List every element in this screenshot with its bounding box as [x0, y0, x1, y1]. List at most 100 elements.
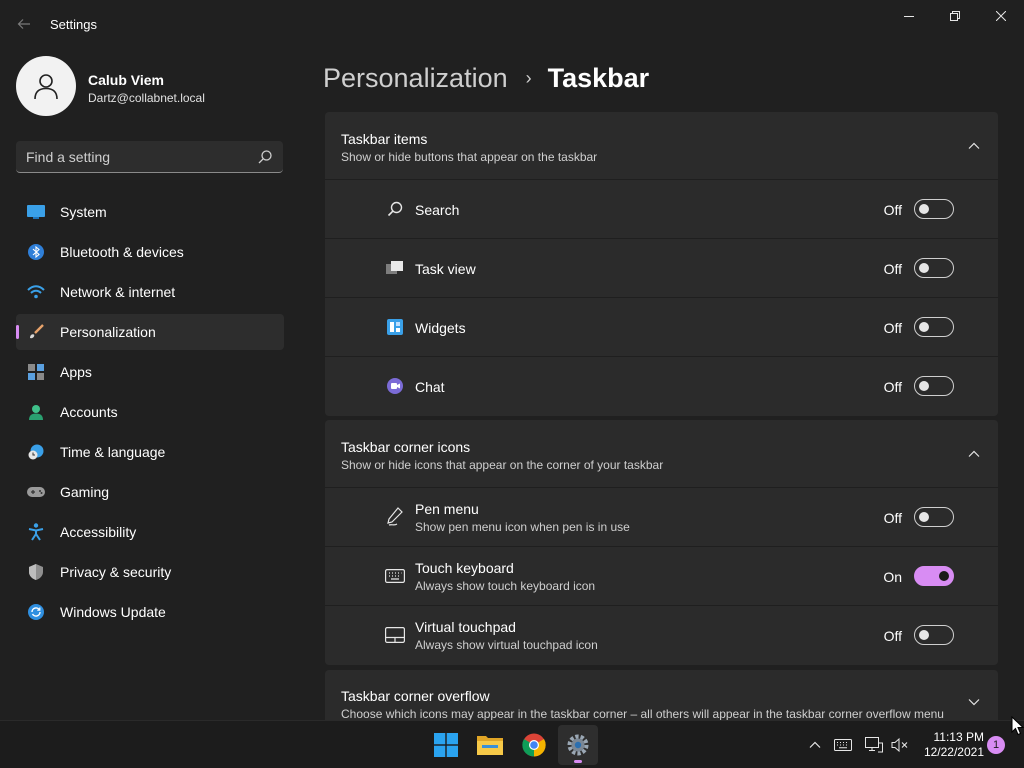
chat-toggle[interactable] — [914, 376, 954, 396]
bluetooth-icon — [27, 244, 45, 260]
person-icon — [27, 404, 45, 420]
sidebar-nav: System Bluetooth & devices Network & int… — [16, 194, 284, 634]
start-button[interactable] — [426, 725, 466, 765]
setting-row-virtual-touchpad: Virtual touchpad Always show virtual tou… — [325, 606, 998, 665]
sidebar-item-windows-update[interactable]: Windows Update — [16, 594, 284, 630]
sidebar-item-bluetooth[interactable]: Bluetooth & devices — [16, 234, 284, 270]
chevron-up-icon[interactable] — [968, 448, 980, 460]
mouse-cursor-icon — [1011, 716, 1024, 736]
settings-app-button[interactable] — [558, 725, 598, 765]
pen-menu-toggle[interactable] — [914, 507, 954, 527]
toggle-knob — [939, 571, 949, 581]
setting-row-widgets: Widgets Off — [325, 298, 998, 357]
corner-icons-section: Taskbar corner icons Show or hide icons … — [325, 420, 998, 665]
virtual-touchpad-toggle[interactable] — [914, 625, 954, 645]
chevron-down-icon[interactable] — [968, 696, 980, 708]
setting-row-search: Search Off — [325, 180, 998, 239]
sidebar-item-apps[interactable]: Apps — [16, 354, 284, 390]
sidebar-item-label: Apps — [60, 364, 92, 380]
search-icon[interactable] — [257, 149, 273, 165]
search-toggle[interactable] — [914, 199, 954, 219]
user-profile[interactable]: Calub Viem Dartz@collabnet.local — [16, 56, 296, 118]
gamepad-icon — [27, 484, 45, 500]
taskbar-clock[interactable]: 11:13 PM 12/22/2021 — [918, 730, 984, 760]
touch-keyboard-tray-button[interactable] — [833, 735, 853, 755]
toggle-state: Off — [883, 379, 902, 395]
setting-label: Chat — [415, 379, 445, 395]
avatar — [16, 56, 76, 116]
app-title: Settings — [50, 17, 97, 32]
clock-time: 11:13 PM — [933, 730, 984, 744]
minimize-button[interactable] — [886, 0, 932, 32]
widgets-icon — [385, 318, 405, 336]
system-icon — [27, 204, 45, 220]
chrome-button[interactable] — [514, 725, 554, 765]
restore-icon — [950, 11, 960, 21]
show-hidden-icons-button[interactable] — [805, 735, 825, 755]
toggle-knob — [919, 630, 929, 640]
network-tray-button[interactable] — [864, 735, 884, 755]
sidebar-item-label: System — [60, 204, 107, 220]
breadcrumb-parent[interactable]: Personalization — [323, 63, 508, 94]
keyboard-icon — [834, 739, 852, 751]
sidebar-item-label: Accessibility — [60, 524, 137, 540]
windows-logo-icon — [434, 733, 458, 757]
chevron-up-icon — [809, 741, 821, 748]
sidebar-item-system[interactable]: System — [16, 194, 284, 230]
sidebar-item-time-language[interactable]: Time & language — [16, 434, 284, 470]
toggle-state: On — [883, 569, 902, 585]
volume-tray-button[interactable] — [890, 735, 910, 755]
settings-search[interactable] — [16, 141, 283, 173]
wifi-icon — [27, 284, 45, 300]
sidebar-item-accessibility[interactable]: Accessibility — [16, 514, 284, 550]
pen-icon — [385, 507, 405, 526]
sidebar-item-privacy[interactable]: Privacy & security — [16, 554, 284, 590]
profile-email: Dartz@collabnet.local — [88, 91, 205, 105]
sidebar-item-label: Gaming — [60, 484, 110, 500]
sidebar-item-label: Network & internet — [60, 284, 176, 300]
setting-row-touch-keyboard: Touch keyboard Always show touch keyboar… — [325, 547, 998, 606]
back-button[interactable] — [12, 12, 36, 36]
setting-row-task-view: Task view Off — [325, 239, 998, 298]
toggle-state: Off — [883, 628, 902, 644]
setting-description: Show pen menu icon when pen is in use — [415, 520, 630, 534]
clock-globe-icon — [27, 444, 45, 460]
task-view-icon — [385, 259, 405, 277]
toggle-state: Off — [883, 320, 902, 336]
toggle-state: Off — [883, 202, 902, 218]
notification-badge[interactable]: 1 — [987, 736, 1005, 754]
active-indicator — [16, 325, 19, 339]
touchpad-icon — [385, 626, 405, 644]
close-icon — [996, 11, 1006, 21]
corner-overflow-section[interactable]: Taskbar corner overflow Choose which ico… — [325, 670, 998, 720]
keyboard-icon — [385, 567, 405, 585]
task-view-toggle[interactable] — [914, 258, 954, 278]
section-title: Taskbar items — [341, 131, 428, 147]
sidebar-item-accounts[interactable]: Accounts — [16, 394, 284, 430]
sidebar-item-label: Accounts — [60, 404, 118, 420]
sidebar-item-personalization[interactable]: Personalization — [16, 314, 284, 350]
breadcrumb: Personalization › Taskbar — [323, 58, 649, 98]
chat-icon — [385, 377, 405, 395]
widgets-toggle[interactable] — [914, 317, 954, 337]
setting-label: Widgets — [415, 320, 466, 336]
file-explorer-button[interactable] — [470, 725, 510, 765]
chevron-up-icon[interactable] — [968, 140, 980, 152]
gear-icon — [567, 734, 589, 756]
sidebar-item-network[interactable]: Network & internet — [16, 274, 284, 310]
setting-description: Always show virtual touchpad icon — [415, 638, 598, 652]
maximize-button[interactable] — [932, 0, 978, 32]
sidebar-item-gaming[interactable]: Gaming — [16, 474, 284, 510]
folder-icon — [477, 736, 503, 755]
clock-date: 12/22/2021 — [923, 745, 984, 759]
taskbar-items-header[interactable]: Taskbar items Show or hide buttons that … — [325, 112, 998, 180]
setting-row-pen-menu: Pen menu Show pen menu icon when pen is … — [325, 488, 998, 547]
search-input[interactable] — [26, 141, 246, 172]
sidebar-item-label: Privacy & security — [60, 564, 172, 580]
sidebar-item-label: Bluetooth & devices — [60, 244, 184, 260]
toggle-knob — [919, 263, 929, 273]
corner-icons-header[interactable]: Taskbar corner icons Show or hide icons … — [325, 420, 998, 488]
section-subtitle: Show or hide buttons that appear on the … — [341, 150, 598, 164]
touch-keyboard-toggle[interactable] — [914, 566, 954, 586]
close-button[interactable] — [978, 0, 1024, 32]
